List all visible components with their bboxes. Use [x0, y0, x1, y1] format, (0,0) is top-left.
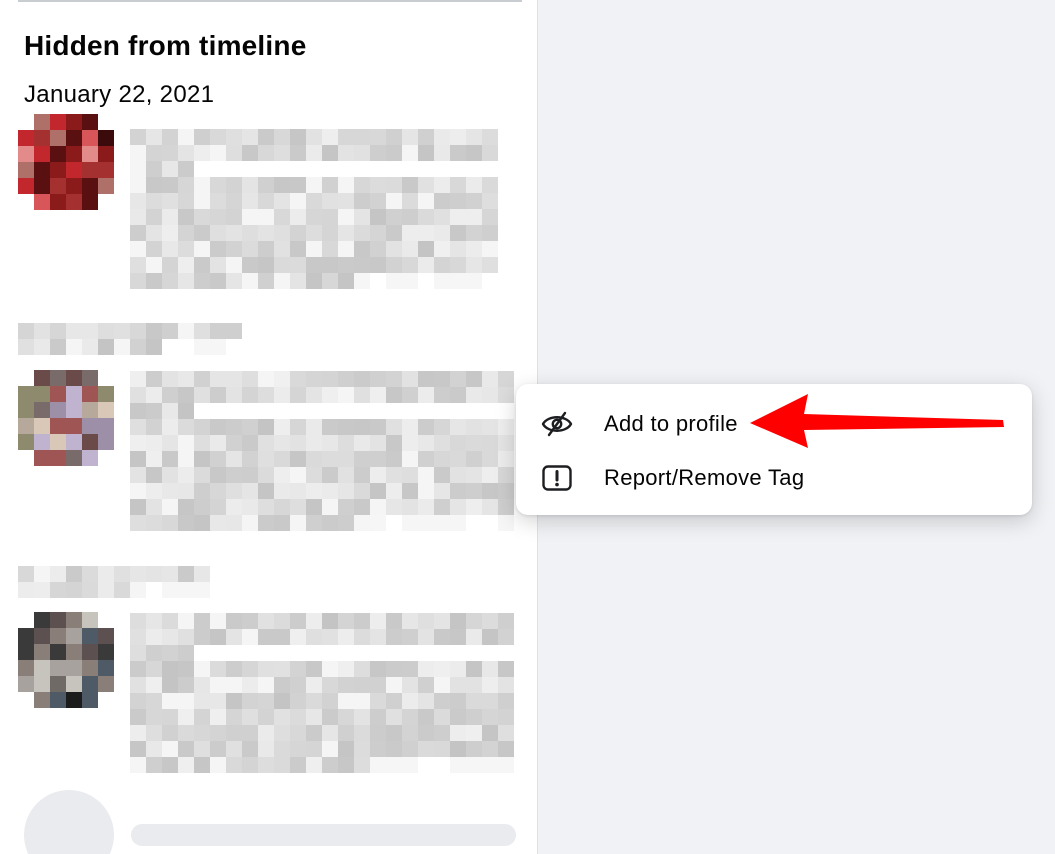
loading-avatar-placeholder [24, 790, 114, 854]
eye-slash-icon [540, 409, 574, 439]
blurred-avatar [18, 612, 114, 708]
menu-item-label: Add to profile [604, 411, 738, 436]
blurred-post-text [130, 129, 498, 289]
blurred-avatar [18, 114, 114, 210]
report-remove-tag-menu-item[interactable]: Report/Remove Tag [524, 455, 1024, 501]
loading-line-placeholder [131, 824, 516, 846]
blurred-post-text [130, 613, 514, 773]
blurred-post-text [130, 371, 514, 531]
blurred-avatar [18, 370, 114, 466]
divider [18, 0, 522, 2]
date-header: January 22, 2021 [24, 81, 215, 108]
blurred-name [18, 323, 242, 355]
section-title: Hidden from timeline [24, 30, 307, 61]
menu-item-label: Report/Remove Tag [604, 465, 805, 490]
activity-log-panel: Hidden from timeline January 22, 2021 [0, 0, 538, 854]
red-arrow-annotation [750, 394, 1004, 448]
alert-square-icon [540, 463, 574, 493]
blurred-name [18, 566, 210, 598]
